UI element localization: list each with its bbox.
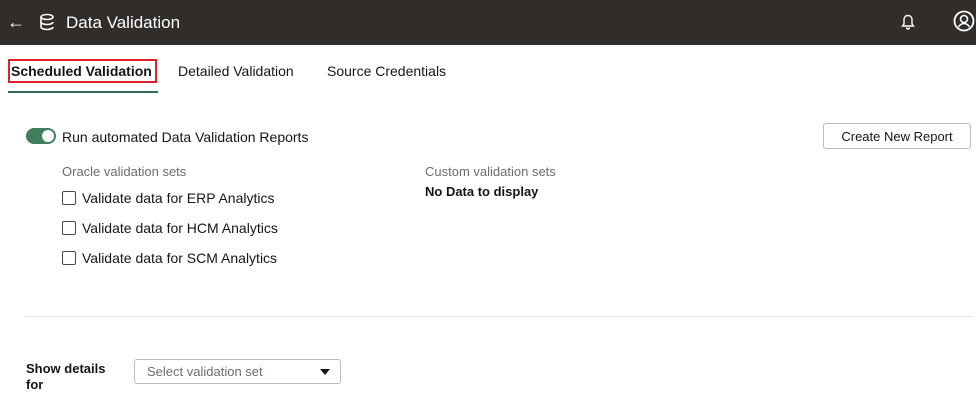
show-details-label: Show details for xyxy=(26,361,106,392)
validation-set-select[interactable]: Select validation set xyxy=(134,359,341,384)
scm-checkbox-label[interactable]: Validate data for SCM Analytics xyxy=(82,249,277,267)
erp-checkbox[interactable] xyxy=(62,191,76,205)
custom-sets-heading: Custom validation sets xyxy=(425,164,556,179)
toggle-knob xyxy=(42,130,54,142)
bell-icon[interactable] xyxy=(901,14,915,30)
database-icon xyxy=(40,13,54,31)
tab-bar: Scheduled Validation Detailed Validation… xyxy=(0,45,976,93)
erp-checkbox-label[interactable]: Validate data for ERP Analytics xyxy=(82,189,274,207)
back-button[interactable]: ← xyxy=(6,11,26,33)
automation-toggle[interactable] xyxy=(26,128,56,144)
automation-toggle-label: Run automated Data Validation Reports xyxy=(62,129,309,145)
active-tab-indicator xyxy=(8,91,158,93)
scm-checkbox[interactable] xyxy=(62,251,76,265)
custom-sets-empty-text: No Data to display xyxy=(425,184,539,199)
oracle-sets-heading: Oracle validation sets xyxy=(62,164,187,179)
select-placeholder: Select validation set xyxy=(147,364,263,379)
caret-down-icon xyxy=(320,369,330,375)
create-new-report-button[interactable]: Create New Report xyxy=(823,123,971,149)
hcm-checkbox-label[interactable]: Validate data for HCM Analytics xyxy=(82,219,278,237)
arrow-left-icon: ← xyxy=(7,12,25,32)
tab-source-credentials[interactable]: Source Credentials xyxy=(327,62,446,80)
user-avatar-icon[interactable] xyxy=(953,10,975,32)
tab-scheduled-validation[interactable]: Scheduled Validation xyxy=(8,59,157,83)
tab-detailed-validation[interactable]: Detailed Validation xyxy=(178,62,294,80)
hcm-checkbox[interactable] xyxy=(62,221,76,235)
app-header: ← Data Validation xyxy=(0,0,976,45)
section-divider xyxy=(26,316,972,317)
page-title: Data Validation xyxy=(66,13,181,32)
